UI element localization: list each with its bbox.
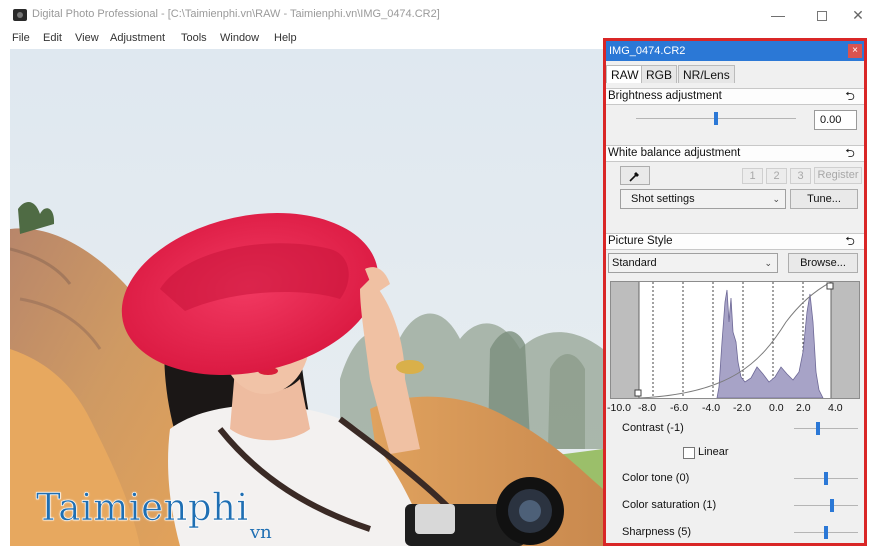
watermark-suffix: vn bbox=[250, 522, 272, 543]
histogram-tick: -4.0 bbox=[702, 402, 721, 414]
title-bar: Digital Photo Professional - [C:\Taimien… bbox=[0, 0, 870, 30]
histogram-tick: 2.0 bbox=[796, 402, 811, 414]
chevron-down-icon: ⌄ bbox=[764, 258, 772, 268]
wb-register-button[interactable]: Register bbox=[814, 167, 862, 184]
linear-checkbox[interactable] bbox=[683, 447, 695, 459]
menu-adjustment[interactable]: Adjustment bbox=[110, 32, 165, 44]
brightness-value-field[interactable]: 0.00 bbox=[814, 110, 857, 130]
histogram-tick: -8.0 bbox=[638, 402, 657, 414]
palette-title-bar[interactable]: IMG_0474.CR2 × bbox=[606, 41, 864, 61]
photo-preview[interactable] bbox=[10, 49, 603, 546]
menu-bar: File Edit View Adjustment Tools Window H… bbox=[0, 31, 600, 49]
picture-style-select-value: Standard bbox=[612, 257, 657, 269]
eyedropper-button[interactable] bbox=[620, 166, 650, 185]
contrast-slider-thumb[interactable] bbox=[816, 422, 821, 435]
histogram-tick: -10.0 bbox=[607, 402, 631, 414]
picture-style-browse-button[interactable]: Browse... bbox=[788, 253, 858, 273]
white-balance-title: White balance adjustment bbox=[608, 147, 741, 159]
white-balance-reset-icon[interactable]: ⮌ bbox=[840, 147, 860, 160]
maximize-icon bbox=[817, 11, 827, 22]
color-saturation-label: Color saturation (1) bbox=[622, 499, 717, 511]
sharpness-label: Sharpness (5) bbox=[622, 526, 692, 538]
menu-help[interactable]: Help bbox=[274, 32, 297, 44]
histogram-tick: 4.0 bbox=[828, 402, 843, 414]
picture-style-select[interactable]: Standard ⌄ bbox=[608, 253, 778, 273]
menu-tools[interactable]: Tools bbox=[181, 32, 207, 44]
wb-tune-button[interactable]: Tune... bbox=[790, 189, 858, 209]
camera-icon bbox=[13, 9, 27, 21]
tone-curve-histogram[interactable] bbox=[610, 281, 860, 399]
maximize-button[interactable] bbox=[804, 4, 840, 26]
tab-nr-lens[interactable]: NR/Lens bbox=[678, 65, 735, 83]
white-balance-select[interactable]: Shot settings ⌄ bbox=[620, 189, 786, 209]
sharpness-slider-thumb[interactable] bbox=[824, 526, 828, 539]
menu-edit[interactable]: Edit bbox=[43, 32, 62, 44]
linear-label: Linear bbox=[698, 446, 729, 458]
wb-preset-3-button[interactable]: 3 bbox=[790, 168, 811, 184]
menu-view[interactable]: View bbox=[75, 32, 99, 44]
window-title: Digital Photo Professional - [C:\Taimien… bbox=[32, 8, 440, 20]
eyedropper-icon bbox=[629, 172, 639, 182]
brightness-slider-thumb[interactable] bbox=[714, 112, 718, 125]
tab-rgb[interactable]: RGB bbox=[641, 65, 678, 83]
palette-tabs: RAW RGB NR/Lens bbox=[606, 65, 864, 83]
picture-style-reset-icon[interactable]: ⮌ bbox=[840, 235, 860, 248]
picture-style-title: Picture Style bbox=[608, 235, 673, 247]
histogram-tick: -2.0 bbox=[733, 402, 752, 414]
menu-window[interactable]: Window bbox=[220, 32, 259, 44]
histogram-tick: 0.0 bbox=[769, 402, 784, 414]
brightness-reset-icon[interactable]: ⮌ bbox=[840, 90, 860, 103]
wb-preset-1-button[interactable]: 1 bbox=[742, 168, 763, 184]
histogram-graph bbox=[611, 281, 859, 399]
tab-raw[interactable]: RAW bbox=[606, 65, 644, 83]
histogram-axis: -10.0 -8.0 -6.0 -4.0 -2.0 0.0 2.0 4.0 bbox=[606, 402, 864, 416]
color-tone-slider-thumb[interactable] bbox=[824, 472, 828, 485]
close-button[interactable]: ✕ bbox=[840, 4, 870, 26]
white-balance-select-value: Shot settings bbox=[631, 193, 695, 205]
color-saturation-slider-track[interactable] bbox=[794, 505, 858, 506]
watermark-text: Taimienphi bbox=[36, 486, 249, 530]
contrast-label: Contrast (-1) bbox=[622, 422, 684, 434]
white-balance-header: White balance adjustment ⮌ bbox=[606, 145, 864, 162]
color-tone-label: Color tone (0) bbox=[622, 472, 690, 484]
palette-title: IMG_0474.CR2 bbox=[609, 45, 686, 57]
brightness-title: Brightness adjustment bbox=[608, 90, 722, 102]
contrast-slider-track[interactable] bbox=[794, 428, 858, 429]
minimize-button[interactable]: — bbox=[760, 4, 796, 26]
histogram-tick: -6.0 bbox=[670, 402, 689, 414]
tool-palette: IMG_0474.CR2 × RAW RGB NR/Lens Brightnes… bbox=[603, 38, 867, 546]
wb-preset-2-button[interactable]: 2 bbox=[766, 168, 787, 184]
picture-style-header: Picture Style ⮌ bbox=[606, 233, 864, 250]
portrait-photo bbox=[10, 49, 603, 546]
brightness-header: Brightness adjustment ⮌ bbox=[606, 88, 864, 105]
color-saturation-slider-thumb[interactable] bbox=[830, 499, 835, 512]
watermark-logo: Taimienphi vn bbox=[36, 486, 306, 546]
palette-close-button[interactable]: × bbox=[848, 44, 862, 58]
menu-file[interactable]: File bbox=[12, 32, 30, 44]
app-window: Digital Photo Professional - [C:\Taimien… bbox=[0, 0, 870, 546]
chevron-down-icon: ⌄ bbox=[772, 194, 780, 204]
